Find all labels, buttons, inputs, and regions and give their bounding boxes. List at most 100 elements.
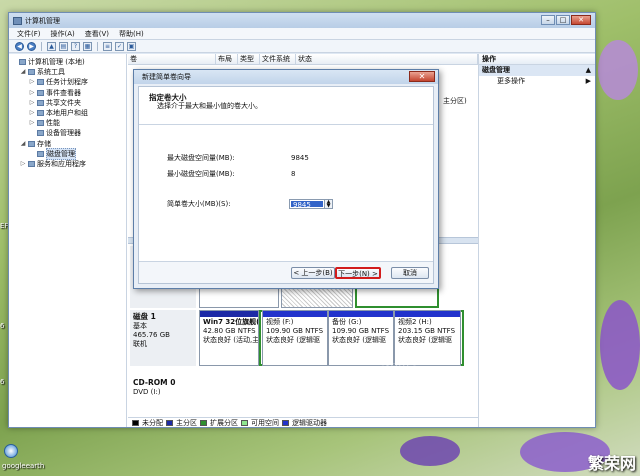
tree-item-label: 事件查看器 (46, 88, 81, 97)
column-volume[interactable]: 卷 (128, 54, 216, 64)
menu-action[interactable]: 操作(A) (51, 29, 75, 39)
expander-icon[interactable]: ▷ (20, 159, 26, 169)
tree-item-label: 性能 (46, 119, 60, 128)
tree-item-label: 计算机管理 (本地) (28, 58, 85, 66)
tree-item-label: 系统工具 (37, 68, 65, 77)
back-button[interactable]: < 上一步(B) (291, 267, 335, 279)
googleearth-label[interactable]: googleearth (2, 462, 44, 470)
column-layout[interactable]: 布局 (216, 54, 238, 64)
back-arrow-icon[interactable]: ◀ (15, 41, 24, 51)
menu-help[interactable]: 帮助(H) (119, 29, 144, 39)
expander-icon[interactable]: ▷ (29, 108, 35, 118)
tree-item[interactable]: 磁盘管理 (9, 147, 126, 160)
toolbar-separator (97, 41, 98, 51)
volume-size-stepper[interactable]: 9845 ▲ ▼ (289, 199, 333, 209)
up-folder-icon[interactable]: ▲ (47, 41, 56, 51)
partition-video-f[interactable]: 视频 (F:) 109.90 GB NTFS 状态良好 (逻辑驱 (262, 310, 328, 366)
more-actions-item[interactable]: 更多操作 ▶ (479, 76, 595, 87)
help-icon[interactable]: ? (71, 41, 80, 51)
desktop-edge-mark: 6 (0, 378, 5, 386)
site-watermark: 繁荣网 (587, 454, 636, 473)
minimize-button[interactable]: – (541, 15, 555, 25)
expander-icon[interactable]: ◢ (20, 67, 26, 77)
tree-item[interactable]: ▷ 共享文件夹 (9, 98, 126, 108)
submenu-arrow-icon: ▶ (585, 77, 591, 85)
tree-node-icon (28, 69, 35, 76)
tree-item[interactable]: ▷ 服务和应用程序 (9, 159, 126, 169)
new-simple-volume-wizard: 新建简单卷向导 ✕ 指定卷大小 选择介于最大和最小值的卷大小。 最大磁盘空间量(… (133, 69, 439, 289)
document-icon[interactable]: ≡ (103, 41, 112, 51)
collapse-icon[interactable]: ▲ (586, 65, 591, 76)
window-controls: – □ ✕ (541, 15, 591, 25)
max-space-label: 最大磁盘空间量(MB): (167, 154, 235, 162)
expander-icon[interactable]: ◢ (20, 139, 26, 149)
actions-section-disk-management[interactable]: 磁盘管理 ▲ (479, 65, 595, 76)
tree-item[interactable]: ▷ 性能 (9, 118, 126, 128)
legend-swatch (132, 419, 139, 426)
tree-item[interactable]: ▷ 任务计划程序 (9, 77, 126, 87)
volume-size-label: 简单卷大小(MB)(S): (167, 200, 231, 208)
column-filesystem[interactable]: 文件系统 (260, 54, 296, 64)
title-bar: 计算机管理 – □ ✕ (9, 13, 595, 28)
maximize-button[interactable]: □ (556, 15, 570, 25)
disk-1-status: 联机 (133, 340, 147, 348)
expander-icon[interactable]: ▷ (29, 98, 35, 108)
wizard-heading: 指定卷大小 (149, 93, 187, 102)
cdrom-name: CD-ROM 0 (133, 378, 176, 387)
disk-1-row: 磁盘 1 基本 465.76 GB 联机 Win7 32位旗舰(42.80 GB… (128, 310, 478, 366)
tree-node-icon (37, 130, 44, 137)
max-space-value: 9845 (291, 154, 309, 162)
googleearth-icon[interactable] (4, 444, 18, 458)
tree-item-label: 任务计划程序 (46, 78, 88, 87)
dialog-content: 指定卷大小 选择介于最大和最小值的卷大小。 最大磁盘空间量(MB): 9845 … (138, 86, 434, 284)
check-icon[interactable]: ✓ (115, 41, 124, 51)
tree-node-icon (37, 120, 44, 127)
tree-item[interactable]: 设备管理器 (9, 128, 126, 138)
close-button[interactable]: ✕ (571, 15, 591, 25)
tree-item-label: 服务和应用程序 (37, 159, 86, 168)
volume-size-input[interactable]: 9845 (291, 201, 323, 209)
tree-node-icon (37, 99, 44, 106)
expander-icon[interactable]: ▷ (29, 88, 35, 98)
stepper-arrows[interactable]: ▲ ▼ (324, 200, 332, 209)
next-button[interactable]: 下一步(N) > (335, 267, 381, 279)
forward-arrow-icon[interactable]: ▶ (27, 41, 36, 51)
cancel-button[interactable]: 取消 (391, 267, 429, 279)
tree-item[interactable]: ▷ 事件查看器 (9, 88, 126, 98)
min-space-value: 8 (291, 170, 296, 178)
tree-item-label: 共享文件夹 (46, 98, 81, 107)
expander-icon[interactable]: ▷ (29, 77, 35, 87)
legend-label: 主分区 (176, 418, 197, 427)
tree-node-icon (28, 140, 35, 147)
legend-swatch (282, 419, 289, 426)
column-type[interactable]: 类型 (238, 54, 260, 64)
tree-item[interactable]: 计算机管理 (本地) (9, 57, 126, 67)
actions-pane: 操作 磁盘管理 ▲ 更多操作 ▶ (478, 54, 595, 427)
expander-icon[interactable]: ▷ (29, 118, 35, 128)
legend-label: 未分配 (142, 418, 163, 427)
properties-icon[interactable]: ▦ (83, 41, 92, 51)
dialog-title-bar: 新建简单卷向导 ✕ (134, 70, 438, 84)
dialog-close-button[interactable]: ✕ (409, 71, 435, 82)
cdrom-row: CD-ROM 0 DVD (I:) (128, 376, 478, 404)
volume-list-partial-text: 主分区) (443, 97, 467, 105)
column-status[interactable]: 状态 (296, 54, 478, 64)
partition-win7[interactable]: Win7 32位旗舰(42.80 GB NTFS 状态良好 (活动,主 (199, 310, 259, 366)
computer-management-icon (13, 16, 22, 25)
tree-node-icon (37, 110, 44, 117)
partition-backup-g[interactable]: 备份 (G:) 109.90 GB NTFS 状态良好 (逻辑驱 (328, 310, 394, 366)
menu-view[interactable]: 查看(V) (85, 29, 109, 39)
actions-header: 操作 (479, 54, 595, 65)
legend-bar: 未分配 主分区 扩展分区 可用空间 逻辑驱动器 (128, 417, 478, 427)
tree-item[interactable]: ◢ 系统工具 (9, 67, 126, 77)
more-actions-label: 更多操作 (497, 77, 525, 85)
navigation-tree: 计算机管理 (本地) ◢ 系统工具 ▷ 任务计划程序 ▷ 事件查看器 ▷ 共享文件夹 ▷ 本地用户和… (9, 54, 127, 427)
toolbar: ◀ ▶ ▲ ▤ ? ▦ ≡ ✓ ▣ (9, 40, 595, 53)
disk-1-type: 基本 (133, 322, 147, 330)
wizard-header: 指定卷大小 选择介于最大和最小值的卷大小。 (139, 87, 433, 125)
menu-file[interactable]: 文件(F) (17, 29, 41, 39)
tree-item[interactable]: ▷ 本地用户和组 (9, 108, 126, 118)
grid-view-icon[interactable]: ▣ (127, 41, 136, 51)
show-tree-icon[interactable]: ▤ (59, 41, 68, 51)
legend-swatch (200, 419, 207, 426)
